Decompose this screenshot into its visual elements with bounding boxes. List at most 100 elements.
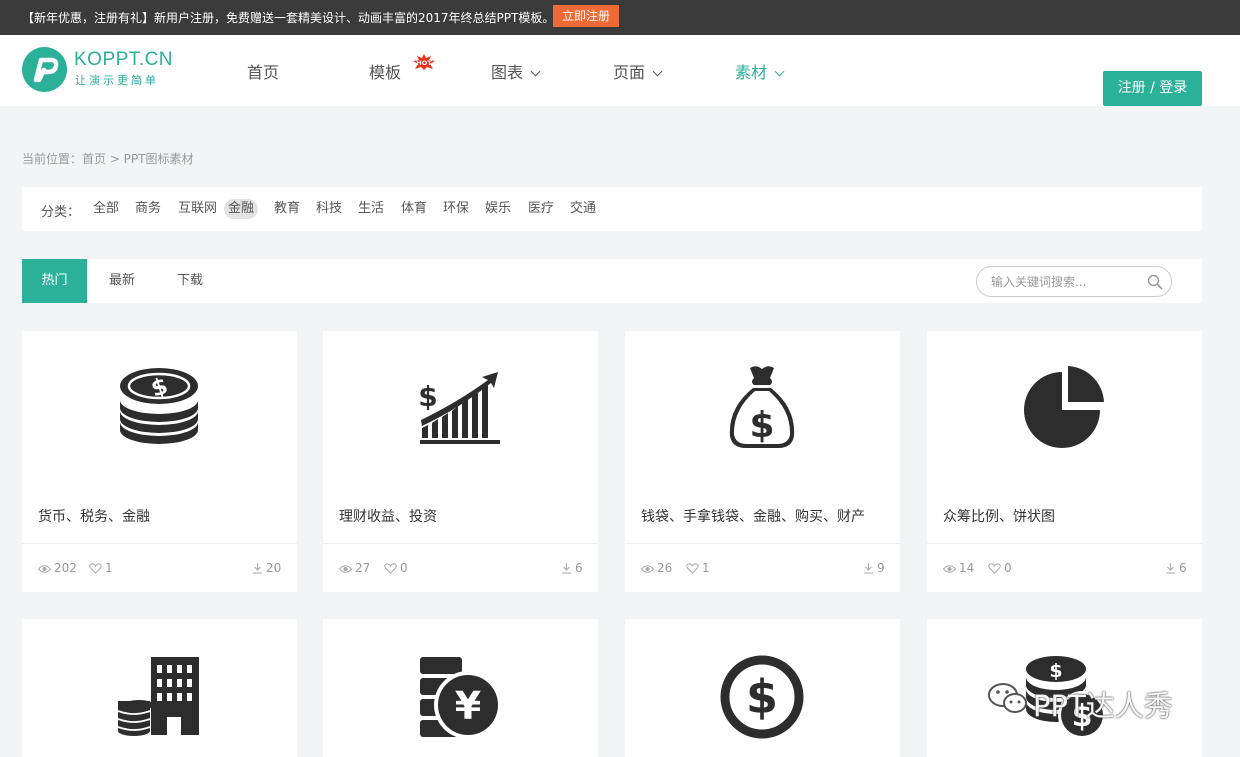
views-count: 14 <box>959 561 975 575</box>
card-image[interactable]: $ <box>323 331 598 481</box>
heart-icon <box>988 563 1001 574</box>
icon-card[interactable]: $ 钱袋、手拿钱袋、金融、购买、财产 26 1 9 <box>625 331 900 592</box>
icon-card[interactable] <box>22 619 297 757</box>
views-count: 202 <box>54 561 77 575</box>
card-image[interactable] <box>927 331 1202 481</box>
svg-text:¥: ¥ <box>455 684 481 728</box>
category-education[interactable]: 教育 <box>270 199 304 219</box>
likes-stat[interactable]: 1 <box>686 561 710 575</box>
nav-materials-label: 素材 <box>735 63 768 82</box>
category-filter: 分类： 全部 商务 互联网 金融 教育 科技 生活 体育 环保 娱乐 医疗 交通 <box>22 187 1202 231</box>
promo-text: 【新年优惠，注册有礼】新用户注册，免费赠送一套精美设计、动画丰富的2017年终总… <box>22 11 555 25</box>
bank-building-coins-icon <box>117 657 199 736</box>
likes-stat[interactable]: 0 <box>384 561 408 575</box>
likes-stat[interactable]: 1 <box>89 561 113 575</box>
downloads-count: 20 <box>266 561 282 575</box>
svg-text:$: $ <box>746 670 778 724</box>
downloads-stat[interactable]: 6 <box>561 561 583 575</box>
card-image[interactable]: ¥ <box>323 619 598 757</box>
likes-count: 0 <box>400 561 408 575</box>
tab-hot[interactable]: 热门 <box>22 259 87 303</box>
icon-card[interactable]: $ 理财收益、投资 27 0 6 <box>323 331 598 592</box>
logo-icon[interactable] <box>22 47 67 92</box>
register-now-button[interactable]: 立即注册 <box>553 5 620 27</box>
eye-icon <box>942 565 957 573</box>
svg-text:$: $ <box>1049 660 1062 682</box>
promo-bar: 【新年优惠，注册有礼】新用户注册，免费赠送一套精美设计、动画丰富的2017年终总… <box>0 0 1240 35</box>
icon-card[interactable]: 众筹比例、饼状图 14 0 6 <box>927 331 1202 592</box>
nav-materials[interactable]: 素材 <box>735 59 785 83</box>
search-input[interactable] <box>991 273 1141 291</box>
nav-charts-label: 图表 <box>491 63 524 82</box>
download-icon <box>1166 563 1175 574</box>
nav-templates[interactable]: 模板 <box>369 59 401 83</box>
card-title[interactable]: 钱袋、手拿钱袋、金融、购买、财产 <box>641 506 865 526</box>
views-stat: 14 <box>942 561 975 575</box>
card-footer: 14 0 6 <box>927 543 1202 592</box>
views-stat: 26 <box>640 561 673 575</box>
eye-icon <box>338 565 353 573</box>
search-box <box>976 266 1172 297</box>
card-title[interactable]: 众筹比例、饼状图 <box>943 506 1055 526</box>
hot-badge-text: HOT <box>416 59 432 67</box>
card-image[interactable]: $ <box>22 331 297 481</box>
downloads-count: 9 <box>877 561 885 575</box>
category-sports[interactable]: 体育 <box>397 199 431 219</box>
pie-chart-icon <box>1024 366 1104 448</box>
tab-download[interactable]: 下载 <box>156 259 224 303</box>
icon-card[interactable]: $ 货币、税务、金融 202 1 20 <box>22 331 297 592</box>
category-label: 分类： <box>41 205 81 220</box>
eye-icon <box>640 565 655 573</box>
likes-count: 1 <box>105 561 113 575</box>
icon-card[interactable]: ¥ <box>323 619 598 757</box>
category-medical[interactable]: 医疗 <box>524 199 558 219</box>
search-icon[interactable] <box>1147 274 1163 290</box>
nav-pages-label: 页面 <box>613 63 646 82</box>
category-all[interactable]: 全部 <box>89 199 123 219</box>
category-transport[interactable]: 交通 <box>566 199 600 219</box>
site-header: KOPPT.CN 让演示更简单 首页 模板 HOT 图表 页面 素材 注册 / … <box>0 35 1240 106</box>
card-footer: 26 1 9 <box>625 543 900 592</box>
card-footer: 202 1 20 <box>22 543 297 592</box>
downloads-stat[interactable]: 20 <box>252 561 281 575</box>
icon-card[interactable]: $ <box>625 619 900 757</box>
watermark-text: PPT达人秀 <box>1033 689 1173 723</box>
nav-home[interactable]: 首页 <box>247 59 279 83</box>
category-finance[interactable]: 金融 <box>224 199 259 219</box>
dollar-circle-icon: $ <box>720 655 804 739</box>
card-image[interactable]: $ <box>625 331 900 481</box>
coin-stack-dollar-icon: $ <box>120 368 198 444</box>
logo-title[interactable]: KOPPT.CN <box>74 49 173 71</box>
tab-latest[interactable]: 最新 <box>88 259 156 303</box>
downloads-stat[interactable]: 9 <box>863 561 885 575</box>
category-life[interactable]: 生活 <box>354 199 388 219</box>
eye-icon <box>37 565 52 573</box>
views-count: 26 <box>657 561 673 575</box>
downloads-stat[interactable]: 6 <box>1165 561 1187 575</box>
likes-stat[interactable]: 0 <box>988 561 1012 575</box>
chevron-down-icon <box>652 66 663 77</box>
card-title[interactable]: 理财收益、投资 <box>339 506 437 526</box>
category-entertainment[interactable]: 娱乐 <box>481 199 515 219</box>
download-icon <box>562 563 571 574</box>
chevron-down-icon <box>774 66 785 77</box>
svg-text:$: $ <box>749 405 774 446</box>
card-image[interactable]: $ <box>625 619 900 757</box>
downloads-count: 6 <box>1179 561 1187 575</box>
category-business[interactable]: 商务 <box>131 199 165 219</box>
category-technology[interactable]: 科技 <box>312 199 346 219</box>
card-footer: 27 0 6 <box>323 543 598 592</box>
nav-pages[interactable]: 页面 <box>613 59 663 83</box>
card-image[interactable] <box>22 619 297 757</box>
category-environment[interactable]: 环保 <box>439 199 473 219</box>
heart-icon <box>89 563 102 574</box>
category-internet[interactable]: 互联网 <box>174 199 221 219</box>
svg-text:$: $ <box>418 380 437 413</box>
hot-badge-icon: HOT <box>413 54 435 70</box>
nav-charts[interactable]: 图表 <box>491 59 541 83</box>
card-title[interactable]: 货币、税务、金融 <box>38 506 150 526</box>
register-login-button[interactable]: 注册 / 登录 <box>1103 71 1202 106</box>
views-stat: 27 <box>338 561 370 575</box>
downloads-count: 6 <box>575 561 583 575</box>
views-stat: 202 <box>37 561 77 575</box>
